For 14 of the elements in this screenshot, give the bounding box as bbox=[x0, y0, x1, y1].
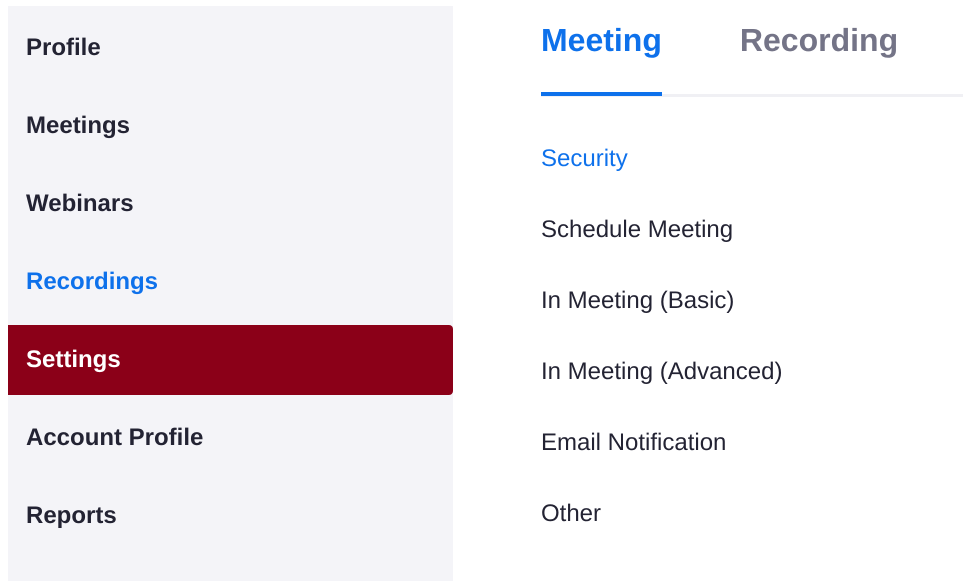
sidebar-item[interactable]: Webinars bbox=[8, 169, 453, 239]
sidebar-item[interactable]: Profile bbox=[8, 13, 453, 83]
section-link[interactable]: Schedule Meeting bbox=[541, 216, 734, 243]
sidebar-item[interactable]: Account Profile bbox=[8, 403, 453, 473]
section-link[interactable]: Security bbox=[541, 145, 628, 172]
section-link[interactable]: Other bbox=[541, 500, 602, 527]
sidebar-item[interactable]: Recordings bbox=[8, 247, 453, 317]
sidebar-item[interactable]: Meetings bbox=[8, 91, 453, 161]
section-link[interactable]: In Meeting (Advanced) bbox=[541, 358, 782, 385]
tab[interactable]: Recording bbox=[740, 14, 898, 96]
sidebar-item[interactable]: Settings bbox=[8, 325, 453, 395]
section-link[interactable]: Email Notification bbox=[541, 429, 726, 456]
section-link[interactable]: In Meeting (Basic) bbox=[541, 287, 734, 314]
sidebar-item[interactable]: Reports bbox=[8, 481, 453, 551]
